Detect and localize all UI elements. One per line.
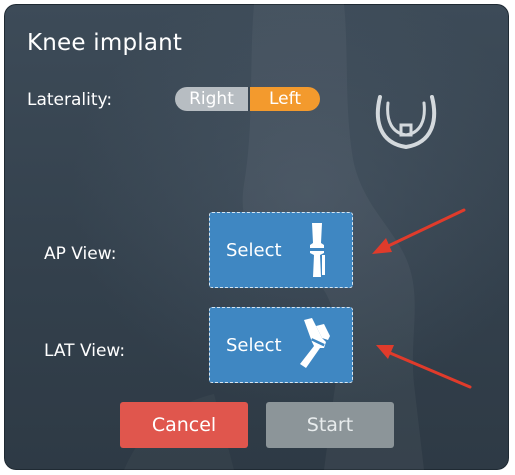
ap-select-label: Select: [226, 240, 282, 261]
knee-implant-dialog: Knee implant Laterality: Right Left AP V…: [4, 4, 509, 470]
knee-implant-icon: [375, 95, 437, 150]
laterality-label: Laterality:: [27, 90, 113, 110]
lat-select-label: Select: [226, 335, 282, 356]
laterality-left-option[interactable]: Left: [250, 87, 320, 111]
leg-bent-icon: [300, 318, 330, 368]
lat-view-label: LAT View:: [44, 341, 126, 361]
leg-straight-icon: [308, 223, 326, 277]
annotation-arrow-ap: [372, 208, 466, 254]
ap-view-select-button[interactable]: Select: [209, 212, 353, 288]
annotation-arrow-lat: [376, 345, 472, 389]
start-button[interactable]: Start: [266, 402, 394, 448]
laterality-right-option[interactable]: Right: [175, 87, 250, 111]
cancel-button[interactable]: Cancel: [120, 402, 248, 448]
lat-view-select-button[interactable]: Select: [209, 307, 353, 383]
laterality-toggle[interactable]: Right Left: [175, 87, 320, 111]
ap-view-label: AP View:: [44, 244, 117, 264]
dialog-title: Knee implant: [27, 30, 183, 56]
